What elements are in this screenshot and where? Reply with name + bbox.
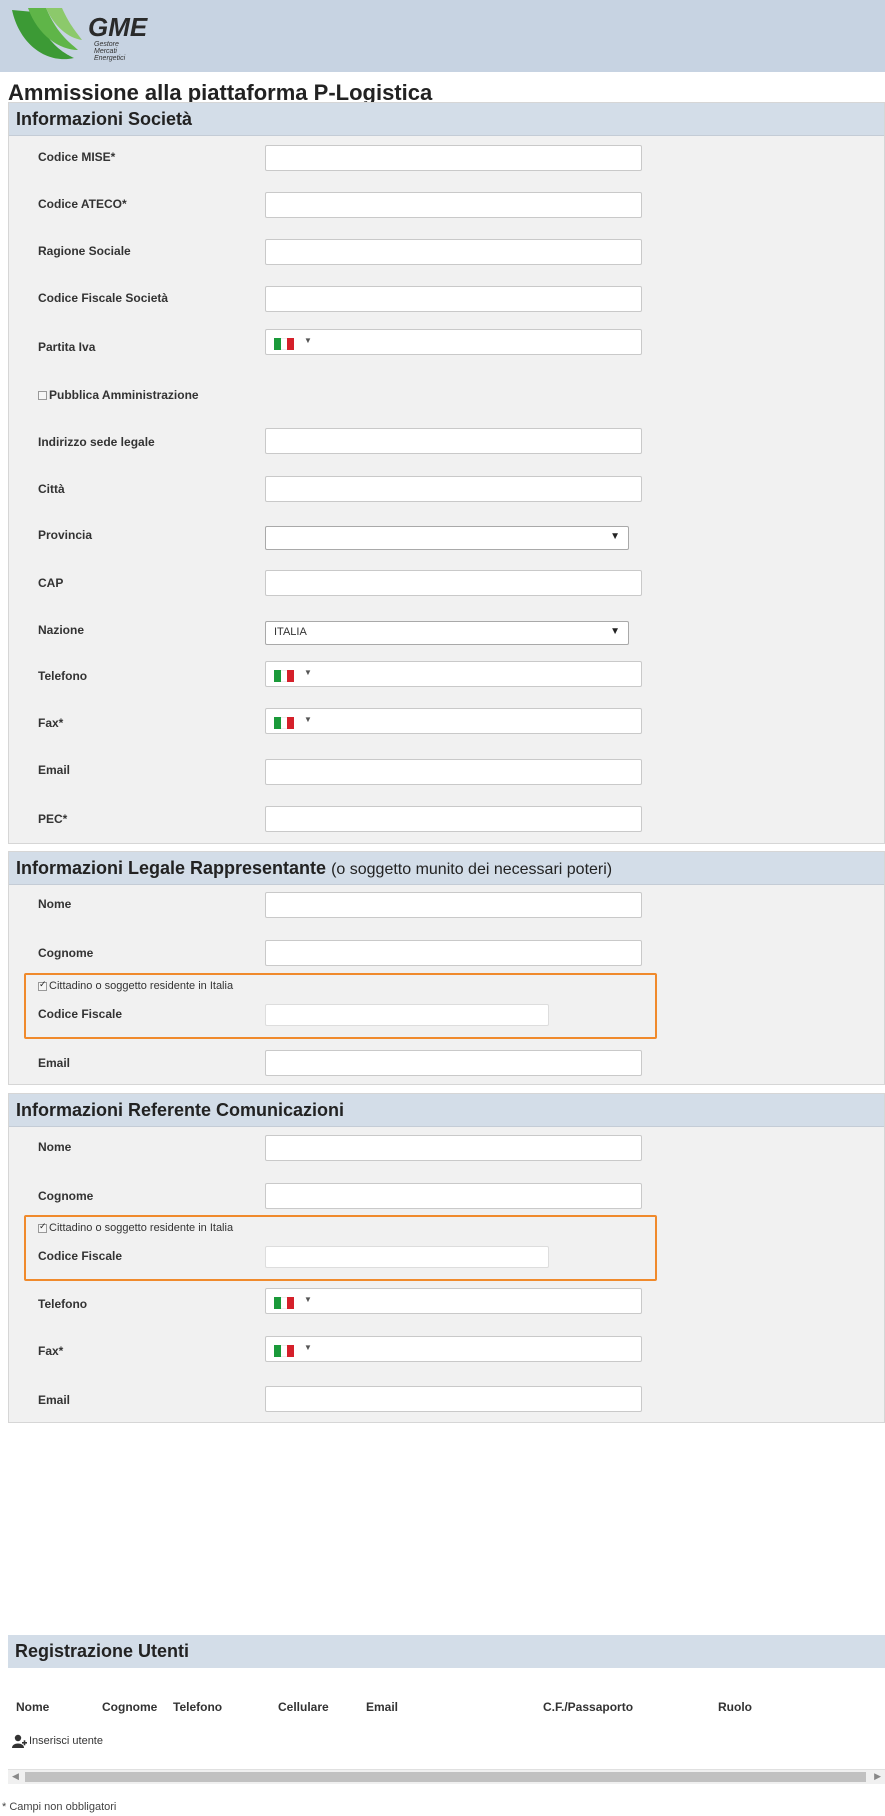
caret-down-icon[interactable]: ▼ <box>304 1343 312 1352</box>
legal-rep-email-label: Email <box>38 1056 71 1070</box>
codice-mise-input[interactable] <box>265 145 642 171</box>
fax-label: Fax* <box>38 716 64 730</box>
telefono-label: Telefono <box>38 669 88 683</box>
legal-rep-codice-fiscale-input[interactable] <box>265 1004 549 1026</box>
scroll-left-icon[interactable]: ◀ <box>12 1771 19 1782</box>
citta-label: Città <box>38 482 65 496</box>
codice-mise-label: Codice MISE* <box>38 150 116 164</box>
contact-cognome-input[interactable] <box>265 1183 642 1209</box>
nazione-label: Nazione <box>38 623 85 637</box>
svg-text:Gestore: Gestore <box>94 41 119 48</box>
contact-fax-input[interactable]: ▼ <box>265 1336 642 1362</box>
legal-rep-cognome-label: Cognome <box>38 946 94 960</box>
contact-codice-fiscale-label: Codice Fiscale <box>38 1249 123 1263</box>
legal-rep-heading-text: Informazioni Legale Rappresentante <box>16 858 327 878</box>
svg-text:Energetici: Energetici <box>94 55 126 62</box>
contact-codice-fiscale-input[interactable] <box>265 1246 549 1268</box>
codice-ateco-label: Codice ATECO* <box>38 197 127 211</box>
contact-resident-label: Cittadino o soggetto residente in Italia <box>49 1222 234 1234</box>
scrollbar-thumb[interactable] <box>25 1772 866 1782</box>
pubblica-amministrazione-label: Pubblica Amministrazione <box>49 388 199 402</box>
nazione-select[interactable]: ITALIA ▼ <box>265 621 629 645</box>
nazione-value: ITALIA <box>274 626 307 638</box>
pec-label: PEC* <box>38 812 68 826</box>
company-section-heading: Informazioni Società <box>9 103 884 136</box>
codice-ateco-input[interactable] <box>265 192 642 218</box>
users-col-ruolo: Ruolo <box>718 1700 752 1714</box>
footnote: * Campi non obbligatori <box>2 1801 117 1813</box>
codice-fiscale-societa-input[interactable] <box>265 286 642 312</box>
legal-rep-nome-input[interactable] <box>265 892 642 918</box>
checkbox-icon[interactable] <box>38 1221 47 1233</box>
pec-input[interactable] <box>265 806 642 832</box>
users-section: Registrazione Utenti <box>8 1635 885 1668</box>
indirizzo-label: Indirizzo sede legale <box>38 435 155 449</box>
dropdown-arrow-icon[interactable]: ▼ <box>610 531 620 542</box>
ragione-sociale-input[interactable] <box>265 239 642 265</box>
fax-input[interactable]: ▼ <box>265 708 642 734</box>
contact-fax-label: Fax* <box>38 1344 64 1358</box>
legal-rep-cognome-input[interactable] <box>265 940 642 966</box>
svg-text:Mercati: Mercati <box>94 48 117 55</box>
citta-input[interactable] <box>265 476 642 502</box>
italy-flag-icon[interactable] <box>274 338 295 350</box>
users-col-cognome: Cognome <box>102 1700 158 1714</box>
checkbox-icon[interactable] <box>38 390 47 400</box>
pubblica-amministrazione-checkbox[interactable]: Pubblica Amministrazione <box>38 388 199 402</box>
telefono-input[interactable]: ▼ <box>265 661 642 687</box>
legal-rep-codice-fiscale-label: Codice Fiscale <box>38 1007 123 1021</box>
contact-nome-label: Nome <box>38 1140 72 1154</box>
italy-flag-icon[interactable] <box>274 1345 295 1357</box>
cap-input[interactable] <box>265 570 642 596</box>
contact-nome-input[interactable] <box>265 1135 642 1161</box>
contact-cognome-label: Cognome <box>38 1189 94 1203</box>
email-input[interactable] <box>265 759 642 785</box>
indirizzo-input[interactable] <box>265 428 642 454</box>
users-col-cf-passaporto: C.F./Passaporto <box>543 1700 634 1714</box>
ragione-sociale-label: Ragione Sociale <box>38 244 131 258</box>
caret-down-icon[interactable]: ▼ <box>304 715 312 724</box>
checkbox-icon[interactable] <box>38 979 47 991</box>
provincia-label: Provincia <box>38 528 93 542</box>
contact-email-label: Email <box>38 1393 71 1407</box>
add-user-icon[interactable] <box>12 1734 27 1748</box>
italy-flag-icon[interactable] <box>274 717 295 729</box>
codice-fiscale-societa-label: Codice Fiscale Società <box>38 291 169 305</box>
legal-rep-email-input[interactable] <box>265 1050 642 1076</box>
legal-rep-heading-note: (o soggetto munito dei necessari poteri) <box>331 861 613 878</box>
italy-flag-icon[interactable] <box>274 670 295 682</box>
contact-telefono-label: Telefono <box>38 1297 88 1311</box>
horizontal-scrollbar[interactable]: ◀ ▶ <box>8 1769 885 1784</box>
legal-rep-resident-label: Cittadino o soggetto residente in Italia <box>49 980 234 992</box>
provincia-select[interactable]: ▼ <box>265 526 629 550</box>
legal-rep-nome-label: Nome <box>38 897 72 911</box>
contact-email-input[interactable] <box>265 1386 642 1412</box>
cap-label: CAP <box>38 576 64 590</box>
email-label: Email <box>38 763 71 777</box>
scroll-right-icon[interactable]: ▶ <box>874 1771 881 1782</box>
partita-iva-label: Partita Iva <box>38 340 96 354</box>
italy-flag-icon[interactable] <box>274 1297 295 1309</box>
dropdown-arrow-icon[interactable]: ▼ <box>610 626 620 637</box>
caret-down-icon[interactable]: ▼ <box>304 668 312 677</box>
contact-resident-checkbox[interactable]: Cittadino o soggetto residente in Italia <box>38 1221 234 1234</box>
users-col-email: Email <box>366 1700 399 1714</box>
add-user-button[interactable]: Inserisci utente <box>12 1734 103 1748</box>
caret-down-icon[interactable]: ▼ <box>304 1295 312 1304</box>
add-user-label[interactable]: Inserisci utente <box>29 1735 103 1747</box>
contact-section-heading: Informazioni Referente Comunicazioni <box>9 1094 884 1127</box>
gme-logo: GME Gestore Mercati Energetici <box>12 8 148 62</box>
partita-iva-input[interactable]: ▼ <box>265 329 642 355</box>
users-col-telefono: Telefono <box>173 1700 223 1714</box>
contact-telefono-input[interactable]: ▼ <box>265 1288 642 1314</box>
legal-rep-resident-checkbox[interactable]: Cittadino o soggetto residente in Italia <box>38 979 234 992</box>
users-col-nome: Nome <box>16 1700 50 1714</box>
legal-rep-section-heading: Informazioni Legale Rappresentante (o so… <box>9 852 884 885</box>
users-section-heading: Registrazione Utenti <box>8 1635 885 1668</box>
caret-down-icon[interactable]: ▼ <box>304 336 312 345</box>
brand-name: GME <box>88 12 148 42</box>
header-bar: GME Gestore Mercati Energetici <box>0 0 885 72</box>
users-col-cellulare: Cellulare <box>278 1700 329 1714</box>
